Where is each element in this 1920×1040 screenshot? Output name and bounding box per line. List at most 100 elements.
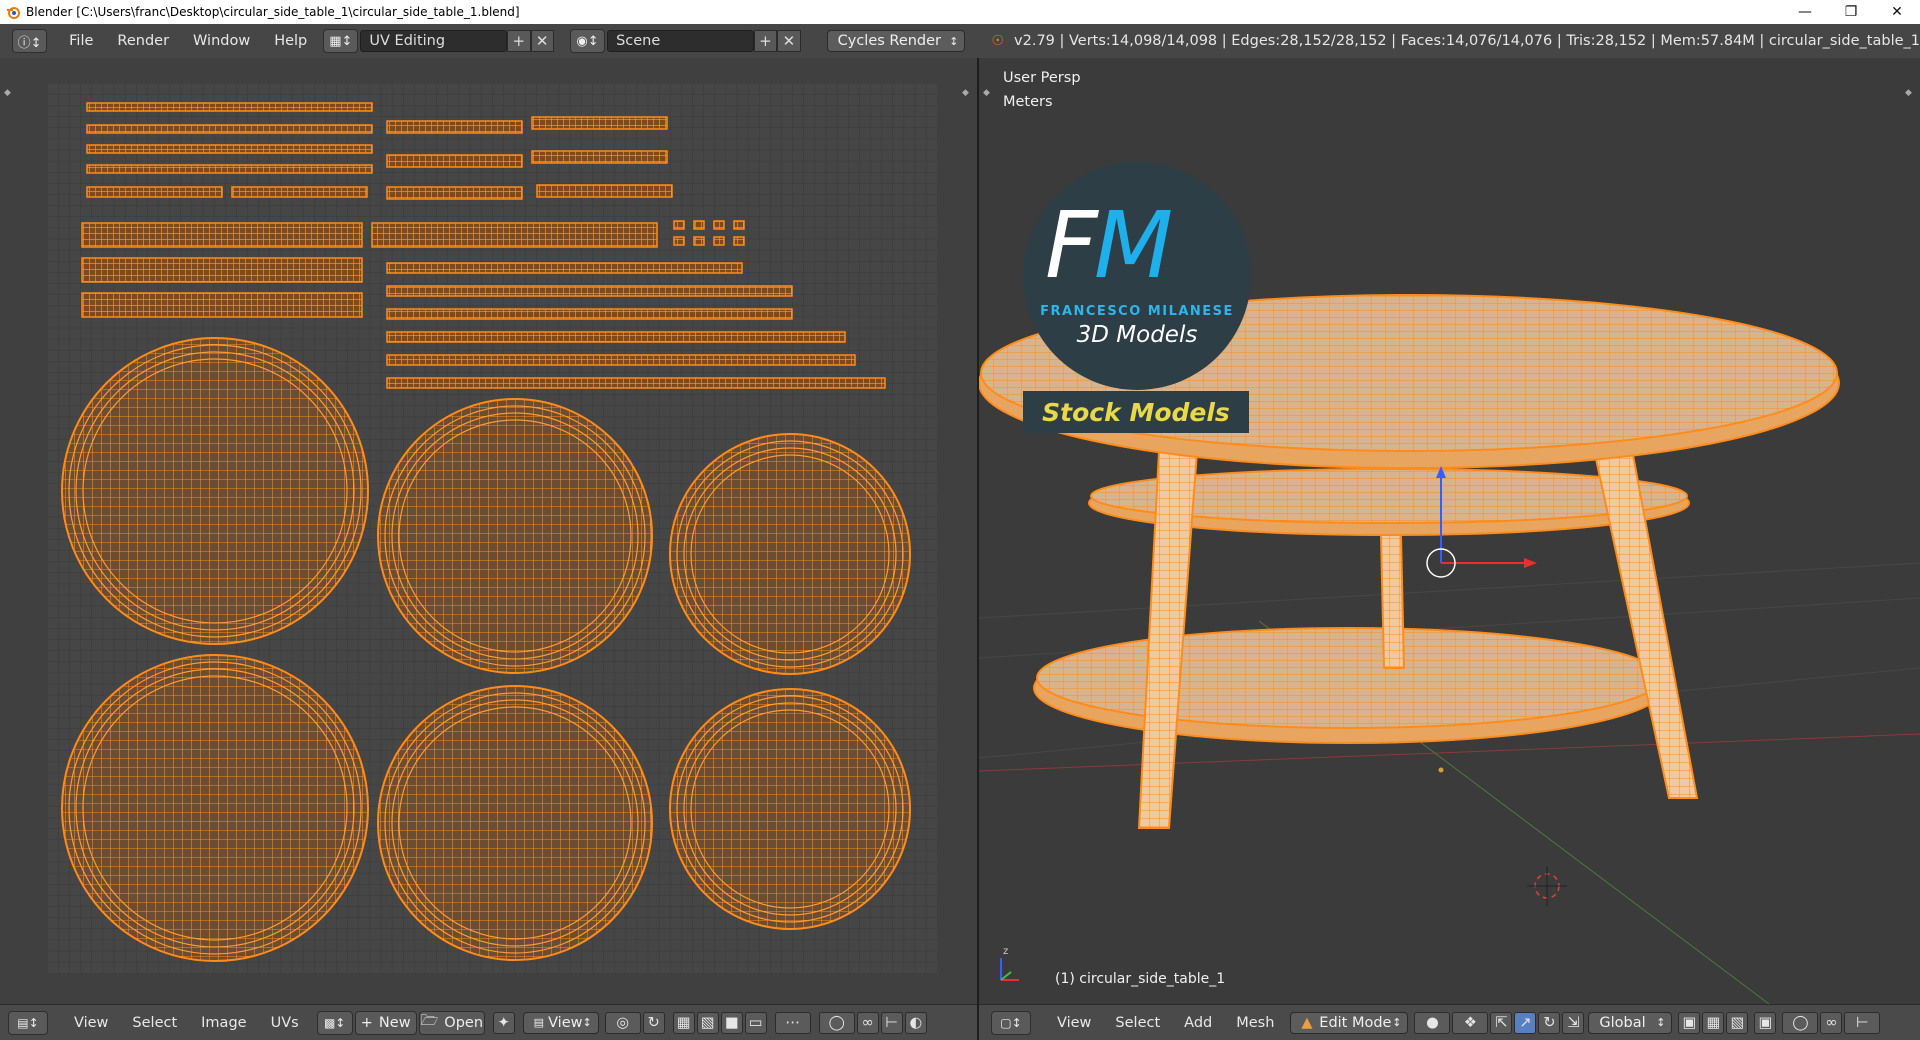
scale-manipulator-icon[interactable]: ⇲: [1562, 1011, 1585, 1034]
menu-help[interactable]: Help: [262, 33, 319, 49]
sticky-mode-icon[interactable]: ⋯: [774, 1011, 811, 1034]
editor-type-button[interactable]: ▢↕: [991, 1010, 1031, 1035]
uv-menu-image[interactable]: Image: [189, 1015, 258, 1031]
rotate-manipulator-icon[interactable]: ↻: [1538, 1011, 1561, 1034]
proportional-edit-icon[interactable]: ◯: [818, 1011, 855, 1034]
uv-strip-island: [386, 285, 793, 297]
svg-text:z: z: [1003, 946, 1008, 957]
uv-strip-island: [386, 154, 523, 168]
vp-menu-select[interactable]: Select: [1103, 1015, 1172, 1031]
region-expand-icon[interactable]: ◆: [962, 88, 972, 98]
3d-view-icon: ▢↕: [1000, 1015, 1022, 1030]
uv-strip-island: [86, 186, 223, 198]
pivot-icon[interactable]: ◎: [604, 1011, 641, 1034]
uv-menu-select[interactable]: Select: [120, 1015, 189, 1031]
editor-type-button[interactable]: ⓘ↕: [12, 29, 48, 53]
fm-name: FRANCESCO MILANESE: [1040, 304, 1234, 319]
uv-strip-island: [733, 236, 745, 246]
pin-icon[interactable]: ✦: [492, 1011, 515, 1034]
remove-screen-icon[interactable]: ✕: [530, 30, 554, 52]
snap-icon[interactable]: ⊢: [1844, 1011, 1881, 1034]
scene-selector-button[interactable]: ◉↕: [569, 29, 606, 53]
close-icon[interactable]: ✕: [1874, 0, 1920, 24]
uv-strip-island: [386, 354, 856, 366]
add-scene-icon[interactable]: +: [753, 30, 778, 52]
island-select-icon[interactable]: ▭: [744, 1011, 767, 1034]
uv-disc-island: [61, 654, 369, 962]
editor-type-button[interactable]: ▤↕: [8, 1010, 48, 1035]
fm-tagline: 3D Models: [1076, 322, 1198, 348]
mode-dropdown[interactable]: ▲ Edit Mode ↕: [1290, 1011, 1409, 1034]
uv-strip-island: [86, 124, 373, 134]
uv-menu-uvs[interactable]: UVs: [259, 1015, 311, 1031]
uv-strip-island: [231, 186, 368, 198]
region-expand-icon[interactable]: ◆: [4, 88, 14, 98]
uv-strip-island: [386, 186, 523, 200]
view-mode-icon: ▤: [533, 1016, 545, 1029]
uv-strip-island: [386, 262, 743, 274]
view-mode-dropdown[interactable]: ▤ View ↕: [522, 1011, 599, 1034]
face-select-icon[interactable]: ■: [720, 1011, 743, 1034]
restore-icon[interactable]: ❐: [1828, 0, 1874, 24]
edit-mode-icon: ▲: [1301, 1014, 1313, 1031]
updown-icon: ↕: [1656, 1016, 1666, 1029]
vertex-select-mode-icon[interactable]: ▦: [1702, 1011, 1725, 1034]
edge-select-mode-icon[interactable]: ▧: [1726, 1011, 1749, 1034]
uv-strip-island: [81, 292, 363, 318]
uv-strip-island: [386, 308, 793, 320]
edge-select-icon[interactable]: ▧: [696, 1011, 719, 1034]
scene-field[interactable]: Scene: [607, 30, 754, 52]
minimize-icon[interactable]: —: [1782, 0, 1828, 24]
falloff-icon[interactable]: ∞: [856, 1011, 879, 1034]
uv-strip-island: [386, 331, 846, 343]
orientation-label: Global: [1599, 1014, 1646, 1031]
screen-layout-button[interactable]: ▦↕: [323, 29, 359, 53]
manipulator-toggle-icon[interactable]: ⇱: [1490, 1011, 1513, 1034]
uv-strip-island: [693, 236, 705, 246]
scene-stats: v2.79 | Verts:14,098/14,098 | Edges:28,1…: [1014, 33, 1920, 49]
uv-disc-island: [669, 433, 911, 675]
vp-menu-view[interactable]: View: [1045, 1015, 1103, 1031]
uv-menu-view[interactable]: View: [62, 1015, 120, 1031]
menu-window[interactable]: Window: [181, 33, 262, 49]
fm-letter-m: M: [1093, 192, 1173, 299]
uv-image-editor[interactable]: ◆ ◆: [0, 58, 977, 1004]
orientation-dropdown[interactable]: Global ↕: [1588, 1011, 1673, 1034]
mask-icon[interactable]: ◐: [904, 1011, 927, 1034]
sync-selection-icon[interactable]: ↻: [642, 1011, 665, 1034]
uv-grid-canvas[interactable]: [47, 83, 937, 973]
info-header: ⓘ↕ File Render Window Help ▦↕ UV Editing…: [0, 24, 1920, 59]
open-image-button[interactable]: 🗁 Open: [418, 1010, 485, 1035]
fm-letters: FM: [1045, 200, 1173, 292]
image-browse-button[interactable]: ▩↕: [316, 1010, 353, 1035]
render-engine-dropdown[interactable]: Cycles Render ↕: [826, 30, 966, 52]
menu-file[interactable]: File: [57, 33, 105, 49]
vp-menu-mesh[interactable]: Mesh: [1224, 1015, 1286, 1031]
scene-icon: ◉↕: [576, 33, 599, 49]
image-icon: ▩↕: [323, 1015, 346, 1030]
uv-strip-island: [371, 222, 658, 248]
menu-render[interactable]: Render: [105, 33, 181, 49]
new-image-button[interactable]: + New: [354, 1010, 417, 1035]
layout-icon: ▦↕: [329, 33, 353, 49]
vp-menu-add[interactable]: Add: [1172, 1015, 1224, 1031]
active-object-label: (1) circular_side_table_1: [1055, 971, 1226, 987]
layers-icon[interactable]: ▣: [1678, 1011, 1701, 1034]
viewport-shading-icon[interactable]: ●: [1414, 1011, 1451, 1034]
window-titlebar: Blender [C:\Users\franc\Desktop\circular…: [0, 0, 1920, 24]
add-screen-icon[interactable]: +: [507, 30, 531, 52]
uv-strip-island: [713, 236, 725, 246]
translate-manipulator-icon[interactable]: ↗: [1514, 1011, 1537, 1034]
vertex-select-icon[interactable]: ▦: [672, 1011, 695, 1034]
proportional-edit-icon[interactable]: ◯: [1782, 1011, 1819, 1034]
pivot-point-icon[interactable]: ❖: [1452, 1011, 1489, 1034]
uv-strip-island: [713, 220, 725, 230]
falloff-icon[interactable]: ∞: [1820, 1011, 1843, 1034]
remove-scene-icon[interactable]: ✕: [777, 30, 801, 52]
3d-cursor-icon: [1527, 866, 1567, 906]
info-icon: ⓘ↕: [17, 35, 42, 51]
snap-icon[interactable]: ⊢: [880, 1011, 903, 1034]
occlude-geometry-icon[interactable]: ▣: [1754, 1011, 1777, 1034]
screen-layout-field[interactable]: UV Editing: [360, 30, 508, 52]
uv-strip-island: [86, 164, 373, 174]
